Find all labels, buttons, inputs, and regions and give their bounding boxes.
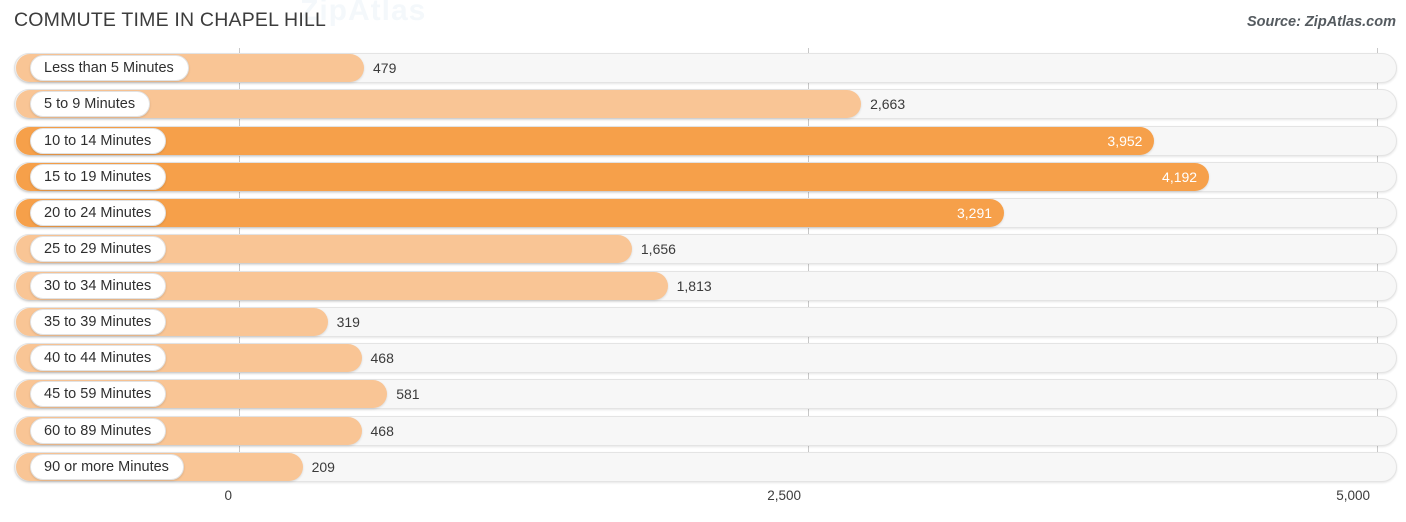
source-attribution: Source: ZipAtlas.com (1246, 14, 1396, 30)
bar[interactable] (16, 126, 1155, 155)
bar-row[interactable]: 40 to 44 Minutes 468 (0, 343, 1406, 373)
bar-value-label: 1,656 (640, 241, 676, 258)
category-label-text: 25 to 29 Minutes (44, 241, 152, 258)
category-label-pill: 30 to 34 Minutes (30, 272, 167, 299)
bar-row[interactable]: 45 to 59 Minutes 581 (0, 379, 1406, 410)
category-label-pill: 90 or more Minutes (30, 453, 184, 480)
category-label-pill: 5 to 9 Minutes (30, 91, 151, 118)
bar-row[interactable]: 60 to 89 Minutes 468 (0, 415, 1406, 446)
category-label-text: 30 to 34 Minutes (44, 277, 152, 294)
bar-row[interactable]: Less than 5 Minutes 479 (0, 53, 1406, 83)
category-label-text: 60 to 89 Minutes (44, 422, 152, 439)
bar-value-label: 2,663 (870, 96, 906, 113)
bar-value-label: 209 (311, 458, 335, 475)
category-label-text: 5 to 9 Minutes (44, 96, 136, 113)
bar-row[interactable]: 90 or more Minutes 209 (0, 451, 1406, 482)
category-label-pill: 45 to 59 Minutes (30, 381, 167, 408)
category-label-pill: 60 to 89 Minutes (30, 417, 167, 444)
bar-value-label: 319 (336, 313, 360, 330)
bar-value-label: 1,813 (676, 277, 712, 294)
bar-value-label: 3,952 (1107, 132, 1143, 149)
x-tick-label: 0 (224, 488, 232, 503)
bar-value-label: 479 (373, 60, 397, 76)
category-label-pill: 15 to 19 Minutes (30, 163, 167, 190)
bar-row[interactable]: 10 to 14 Minutes 3,952 (0, 125, 1406, 156)
bar-value-label: 468 (370, 422, 394, 439)
category-label-text: 45 to 59 Minutes (44, 386, 152, 403)
category-label-text: 10 to 14 Minutes (44, 132, 152, 149)
x-axis: 0 2,500 5,000 (0, 482, 1406, 522)
category-label-pill: Less than 5 Minutes (30, 55, 189, 81)
bar[interactable] (16, 162, 1210, 191)
category-label-pill: 25 to 29 Minutes (30, 236, 167, 263)
category-label-text: 15 to 19 Minutes (44, 168, 152, 185)
category-label-text: 35 to 39 Minutes (44, 313, 152, 330)
bar-row[interactable]: 30 to 34 Minutes 1,813 (0, 270, 1406, 301)
category-label-text: 90 or more Minutes (44, 458, 169, 475)
x-tick-label: 2,500 (767, 488, 801, 503)
category-label-text: 20 to 24 Minutes (44, 205, 152, 221)
category-label-pill: 35 to 39 Minutes (30, 308, 167, 335)
bar-value-label: 4,192 (1162, 168, 1198, 185)
category-label-pill: 10 to 14 Minutes (30, 127, 167, 154)
bar-row[interactable]: 15 to 19 Minutes 4,192 (0, 161, 1406, 192)
bar-row[interactable]: 35 to 39 Minutes 319 (0, 306, 1406, 337)
bar-row[interactable]: 20 to 24 Minutes 3,291 (0, 198, 1406, 228)
category-label-pill: 40 to 44 Minutes (30, 345, 167, 371)
bar-value-label: 468 (370, 350, 394, 366)
bar-value-label: 3,291 (956, 205, 993, 221)
category-label-pill: 20 to 24 Minutes (30, 200, 167, 226)
bar-value-label: 581 (396, 386, 420, 403)
chart-container: ZipAtlas COMMUTE TIME IN CHAPEL HILL Sou… (0, 0, 1406, 522)
plot-area: Less than 5 Minutes 479 5 to 9 Minutes 2,66… (0, 48, 1406, 482)
page-title: COMMUTE TIME IN CHAPEL HILL (14, 9, 327, 31)
category-label-text: Less than 5 Minutes (44, 60, 174, 76)
x-tick-label: 5,000 (1336, 488, 1370, 503)
category-label-text: 40 to 44 Minutes (44, 350, 152, 366)
bar-row[interactable]: 25 to 29 Minutes 1,656 (0, 234, 1406, 265)
bar-row[interactable]: 5 to 9 Minutes 2,663 (0, 89, 1406, 120)
